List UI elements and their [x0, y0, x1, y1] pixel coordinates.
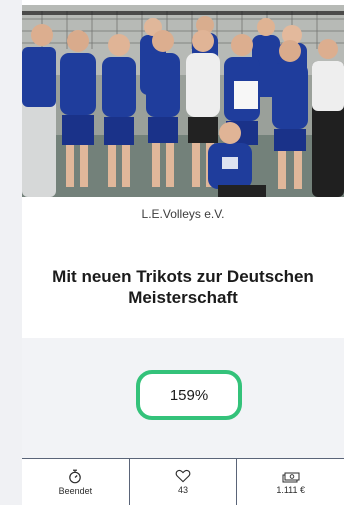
supporters-count: 43 [178, 485, 189, 495]
money-icon [282, 472, 300, 482]
heart-icon [175, 469, 191, 483]
project-stats-footer: Beendet 43 1.111 € [22, 458, 344, 505]
project-card[interactable]: L.E.Volleys e.V. Mit neuen Trikots zur D… [22, 0, 344, 505]
funding-percentage-badge: 159% [136, 370, 242, 420]
status-label: Beendet [58, 485, 93, 496]
amount-raised: 1.111 € [276, 484, 306, 495]
supporters-stat: 43 [128, 459, 237, 505]
page-background-strip [0, 0, 22, 505]
team-photo-illustration [22, 5, 344, 197]
amount-stat: 1.111 € [236, 459, 344, 505]
funding-percentage-value: 159% [169, 386, 209, 404]
status-stat: Beendet [22, 459, 129, 505]
organization-name[interactable]: L.E.Volleys e.V. [22, 207, 344, 221]
project-image[interactable] [22, 5, 344, 197]
project-title[interactable]: Mit neuen Trikots zur Deutschen Meisters… [42, 266, 324, 308]
stopwatch-icon [69, 469, 82, 483]
